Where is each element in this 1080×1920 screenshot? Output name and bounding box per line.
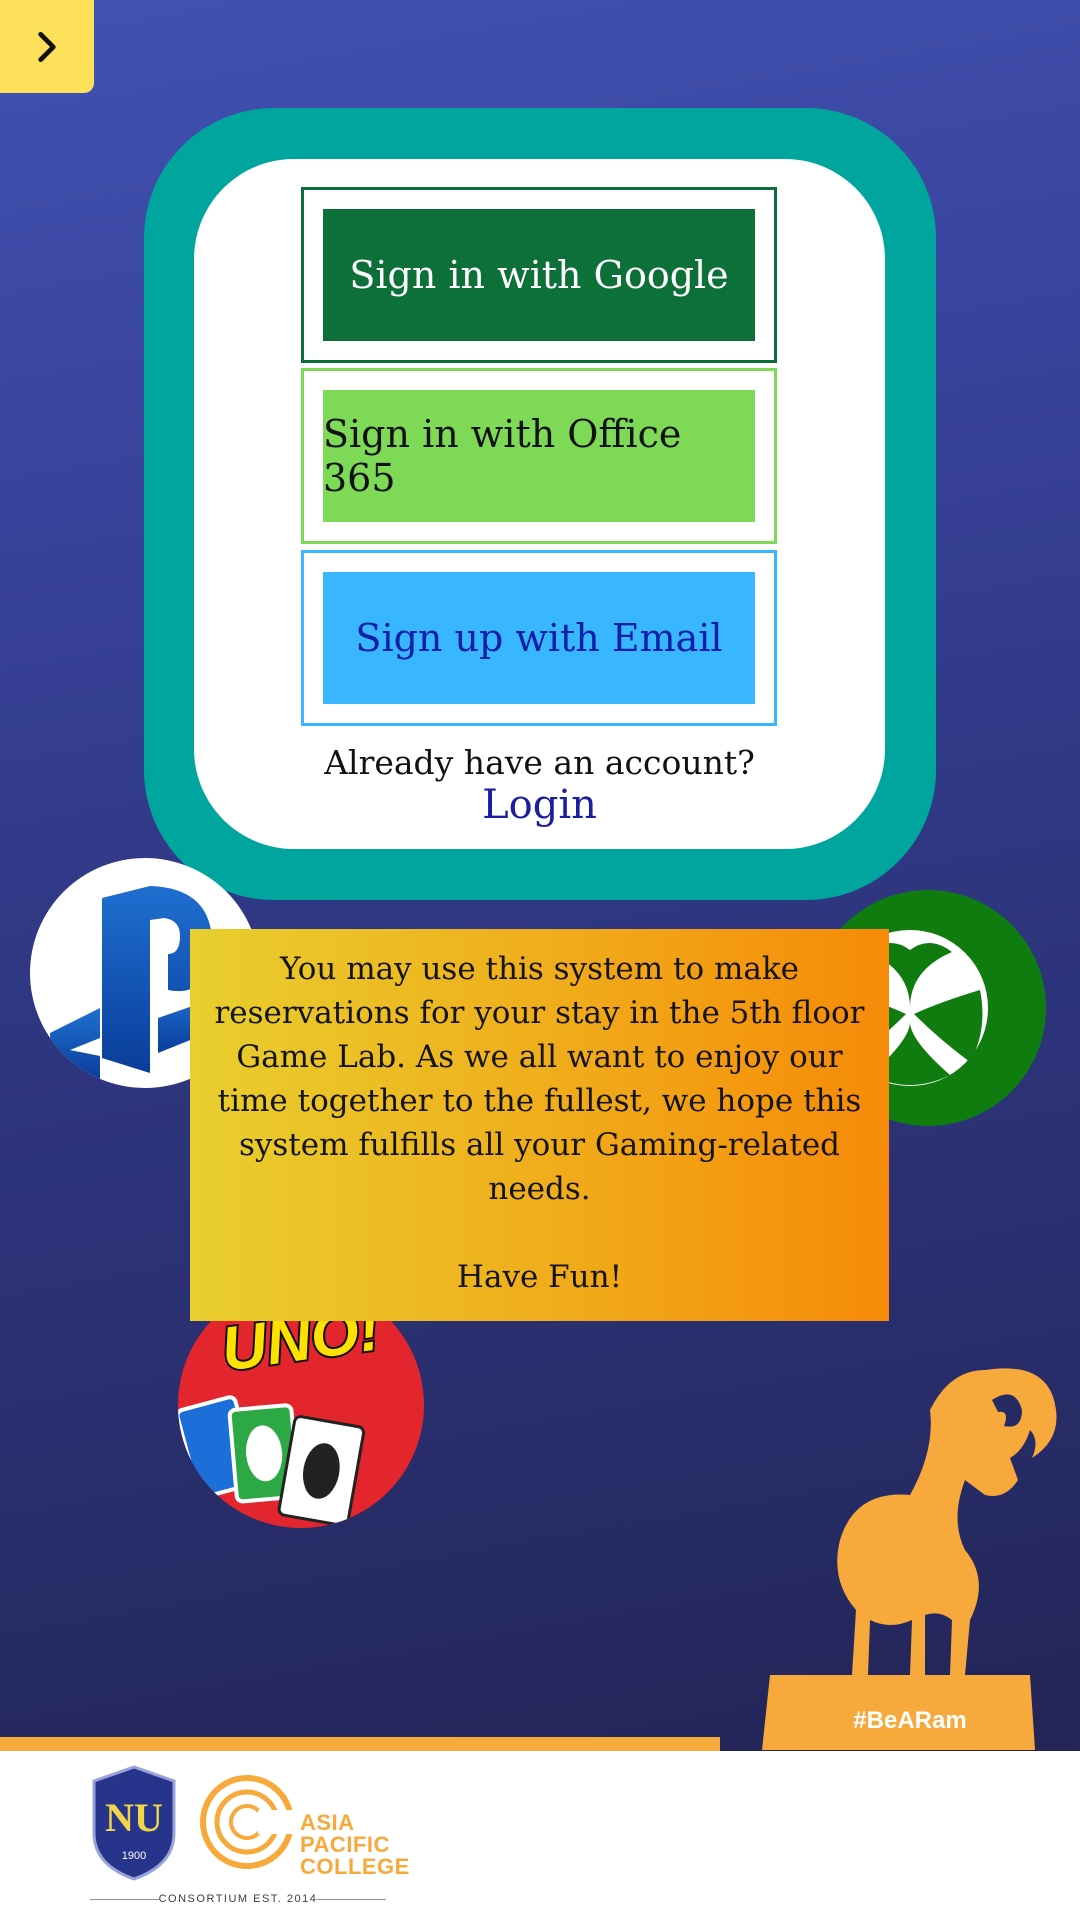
email-signup-button[interactable]: Sign up with Email	[323, 572, 755, 704]
google-signin-label: Sign in with Google	[349, 253, 729, 297]
google-signin-button[interactable]: Sign in with Google	[323, 209, 755, 341]
svg-text:NU: NU	[105, 1795, 163, 1840]
chevron-right-icon	[38, 31, 56, 62]
ram-mascot: #BeARam	[762, 1368, 1057, 1750]
office365-signin-box: Sign in with Office 365	[301, 368, 777, 544]
apc-line-3: COLLEGE	[300, 1854, 410, 1879]
have-fun-text: Have Fun!	[456, 1259, 623, 1295]
welcome-message-box: You may use this system to make reservat…	[190, 929, 889, 1321]
already-have-account-text: Already have an account?	[324, 743, 755, 782]
apc-logo	[200, 1775, 296, 1869]
next-button[interactable]	[0, 0, 94, 93]
email-signup-label: Sign up with Email	[355, 616, 723, 660]
bearam-hashtag: #BeARam	[853, 1707, 966, 1734]
apc-wordmark: ASIA PACIFIC COLLEGE	[300, 1812, 410, 1878]
consortium-rule-right	[316, 1899, 386, 1900]
nu-seal-logo: NU 1900	[92, 1765, 176, 1881]
office365-signin-button[interactable]: Sign in with Office 365	[323, 390, 755, 522]
email-signup-box: Sign up with Email	[301, 550, 777, 726]
apc-line-2: PACIFIC	[300, 1832, 390, 1857]
consortium-rule-left	[90, 1899, 160, 1900]
nu-seal-year: 1900	[122, 1850, 146, 1862]
google-signin-box: Sign in with Google	[301, 187, 777, 363]
office365-signin-label: Sign in with Office 365	[323, 412, 682, 500]
footer-accent-line	[0, 1737, 720, 1751]
apc-line-1: ASIA	[300, 1810, 355, 1835]
consortium-caption: CONSORTIUM EST. 2014	[90, 1893, 386, 1905]
login-link[interactable]: Login	[194, 782, 885, 828]
consortium-text: CONSORTIUM EST. 2014	[158, 1893, 318, 1905]
welcome-message-text: You may use this system to make reservat…	[214, 951, 865, 1207]
